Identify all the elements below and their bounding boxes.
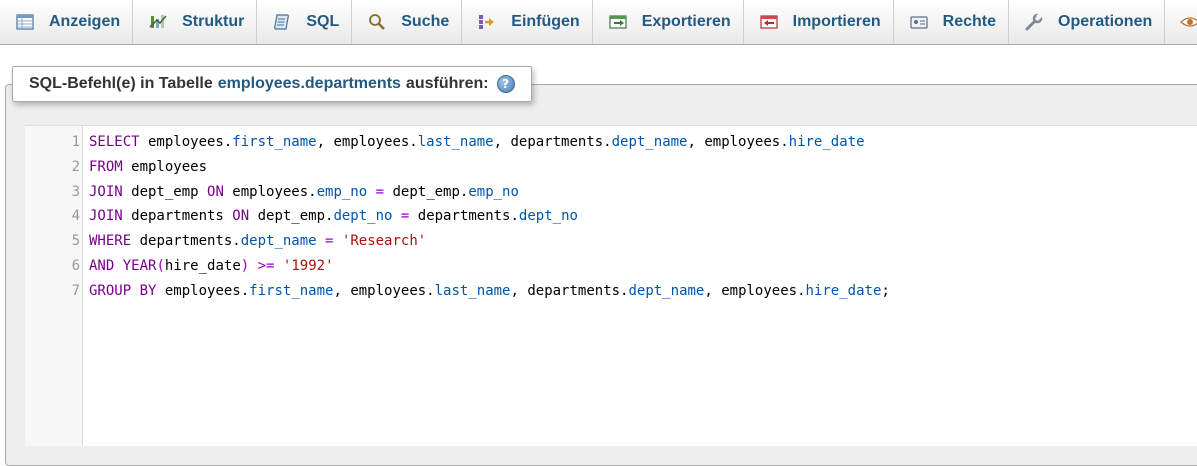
tab-suche[interactable]: Suche [352,0,463,44]
code-text[interactable]: WHERE departments.dept_name = 'Research' [89,229,426,254]
line-number: 6 [71,258,80,274]
tab-rechte[interactable]: Rechte [894,0,1009,44]
privileges-icon [909,13,929,31]
line-number: 2 [71,158,80,175]
code-text[interactable]: GROUP BY employees.first_name, employees… [89,279,890,304]
tab-exportieren[interactable]: Exportieren [593,0,744,44]
line-number: 3 [71,183,80,200]
tab-struktur[interactable]: Struktur [133,0,258,44]
code-text[interactable]: JOIN departments ON dept_emp.dept_no = d… [89,204,578,229]
legend-table-name[interactable]: employees.departments [218,75,401,93]
line-number: 1 [71,134,80,150]
code-text[interactable]: AND YEAR(hire_date) >= '1992' [89,254,334,279]
tab-label: Exportieren [641,13,731,30]
line-number: 4 [71,208,80,225]
tab-label: SQL [306,13,340,30]
tab-anzeigen[interactable]: Anzeigen [0,0,134,44]
export-icon [608,13,628,31]
table-icon [15,13,35,31]
tab-label: Struktur [182,13,245,30]
line-number: 5 [71,233,80,250]
eye-icon [1180,13,1197,31]
tab-sql[interactable]: SQL [257,0,353,44]
tab-label: Operationen [1058,13,1153,30]
tab-label: Einfügen [511,13,580,30]
table-tab-bar: Anzeigen Struktur SQL Suche Einfügen Exp… [0,0,1197,45]
structure-icon [148,13,168,31]
import-icon [759,13,779,31]
search-icon [367,13,387,31]
legend-prefix: SQL-Befehl(e) in Tabelle [29,75,213,92]
line-number: 7 [71,282,80,299]
tab-operationen[interactable]: Operationen [1009,0,1166,44]
sql-code-editor[interactable]: 1 SELECT employees.first_name, employees.… [25,125,1197,446]
wrench-icon [1024,13,1044,31]
insert-icon [477,13,497,31]
tab-einfuegen[interactable]: Einfügen [462,0,593,44]
tab-label: Importieren [792,13,881,30]
tab-tracking[interactable] [1165,0,1197,44]
help-icon[interactable]: ? [496,75,515,93]
sql-panel-legend: SQL-Befehl(e) in Tabelle employees.depar… [12,66,532,102]
tab-label: Anzeigen [49,13,121,30]
tab-label: Rechte [942,13,996,30]
code-text[interactable]: FROM employees [89,155,207,180]
tab-label: Suche [401,13,450,30]
code-text[interactable]: SELECT employees.first_name, employees.l… [89,130,865,155]
legend-suffix: ausführen: [405,75,489,92]
tab-importieren[interactable]: Importieren [744,0,894,44]
sql-icon [272,13,292,31]
code-text[interactable]: JOIN dept_emp ON employees.emp_no = dept… [89,180,519,205]
